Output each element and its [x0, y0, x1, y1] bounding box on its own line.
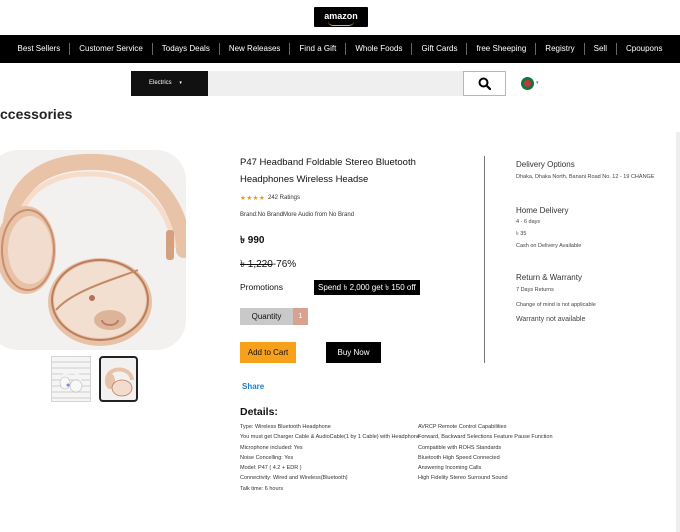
- detail-line: Talk time: 6 hours: [240, 485, 284, 492]
- search-icon: [478, 77, 491, 90]
- brand-info: Brand:No BrandMore Audio from No Brand: [240, 212, 355, 218]
- returns-policy: 7 Days Returns: [516, 287, 554, 293]
- product-thumbnail[interactable]: [51, 356, 91, 402]
- top-nav: Best Sellers Customer Service Todays Dea…: [0, 35, 680, 63]
- detail-line: Noise Concelling: Yes: [240, 454, 294, 461]
- nav-item-todays-deals[interactable]: Todays Deals: [151, 43, 219, 55]
- nav-item-new-releases[interactable]: New Releases: [218, 43, 290, 55]
- delivery-options-title: Delivery Options: [516, 160, 575, 169]
- headphones-thumbnail-image: [59, 370, 83, 393]
- delivery-days: 4 - 6 days: [516, 219, 541, 225]
- detail-line: High Fidelity Stereo Surround Sound: [418, 475, 508, 482]
- search-button[interactable]: [463, 71, 506, 96]
- home-delivery-title: Home Delivery: [516, 206, 569, 215]
- search-input[interactable]: [208, 71, 463, 96]
- rating-stars-icon: ★★★★: [240, 195, 266, 202]
- detail-line: Compatible with ROHS Standards: [418, 444, 502, 451]
- nav-item-find-a-gift[interactable]: Find a Gift: [289, 43, 345, 55]
- nav-item-registry[interactable]: Registry: [535, 43, 583, 55]
- flag-chevron-down-icon[interactable]: ▾: [536, 80, 539, 86]
- headphones-image: [0, 153, 186, 346]
- share-link[interactable]: Share: [242, 382, 264, 391]
- cash-on-delivery: Cash on Delivery Available: [516, 243, 582, 249]
- delivery-fee: ৳ 35: [516, 231, 527, 237]
- add-to-cart-button[interactable]: Add to Cart: [240, 342, 296, 363]
- nav-item-sell[interactable]: Sell: [583, 43, 616, 55]
- discount-percent: -76%: [272, 259, 297, 270]
- product-price: ৳ 990: [240, 235, 265, 246]
- quantity-label: Quantity: [240, 308, 293, 325]
- promotions-label: Promotions: [240, 282, 283, 292]
- right-edge-shadow: [676, 132, 680, 532]
- search-category-label: Electrics: [149, 80, 172, 86]
- search-category-select[interactable]: Electrics ▾: [131, 71, 208, 96]
- headphones-thumbnail-image: [105, 367, 134, 397]
- detail-line: Bluetooth High Speed Connected: [418, 454, 500, 461]
- product-title: P47 Headband Foldable Stereo Bluetooth H…: [240, 157, 416, 185]
- section-divider: [484, 156, 485, 363]
- detail-line: Answering Incoming Calls: [418, 465, 482, 472]
- chevron-down-icon: ▾: [179, 80, 182, 86]
- nav-item-gift-cards[interactable]: Gift Cards: [411, 43, 466, 55]
- details-left-list: Type: Wireless Bluetooth Headphone You m…: [240, 422, 420, 494]
- nav-item-whole-foods[interactable]: Whole Foods: [345, 43, 411, 55]
- return-warranty-title: Return & Warranty: [516, 273, 582, 282]
- category-title: ccessories: [0, 106, 73, 122]
- delivery-address[interactable]: Dhaka, Dhaka North, Banani Road No. 12 -…: [516, 174, 655, 180]
- amazon-logo[interactable]: amazon: [314, 7, 368, 27]
- buy-now-button[interactable]: Buy Now: [326, 342, 381, 363]
- promotion-badge[interactable]: Spend ৳ 2,000 get ৳ 150 off: [314, 280, 420, 295]
- detail-line: Connectivity: Wired and Wireless(Bluetoo…: [240, 475, 348, 482]
- ratings-count[interactable]: 242 Ratings: [268, 195, 300, 201]
- old-price: ৳ 1,220: [240, 259, 273, 270]
- detail-line: Microphone included: Yes: [240, 444, 303, 451]
- nav-item-customer-service[interactable]: Customer Service: [69, 43, 152, 55]
- change-of-mind-note: Change of mind is not applicable: [516, 302, 596, 308]
- logo-smile-icon: [328, 21, 354, 26]
- detail-line: Forward, Backward Selections Feature Pau…: [418, 434, 553, 441]
- country-flag-icon[interactable]: [521, 77, 534, 90]
- details-title: Details:: [240, 406, 278, 418]
- product-main-image[interactable]: [0, 150, 186, 350]
- details-right-list: AVRCP Remote Control Capabilities Forwar…: [418, 422, 588, 484]
- warranty-status: Warranty not available: [516, 316, 586, 323]
- detail-line: You must get Charger Cable & AudioCable(…: [240, 434, 420, 441]
- product-thumbnail-selected[interactable]: [99, 356, 138, 402]
- logo-text: amazon: [324, 11, 358, 21]
- detail-line: Type: Wireless Bluetooth Headphone: [240, 424, 331, 430]
- nav-item-free-shipping[interactable]: free Sheeping: [466, 43, 535, 55]
- nav-item-best-sellers[interactable]: Best Sellers: [9, 43, 70, 55]
- detail-line: Model: P47 ( 4.2 + EDR ): [240, 465, 302, 472]
- quantity-stepper[interactable]: 1: [293, 308, 308, 325]
- old-price-row: ৳ 1,220-76%: [240, 257, 296, 274]
- detail-line: AVRCP Remote Control Capabilities: [418, 424, 507, 430]
- nav-item-coupons[interactable]: Cpoupons: [615, 43, 671, 55]
